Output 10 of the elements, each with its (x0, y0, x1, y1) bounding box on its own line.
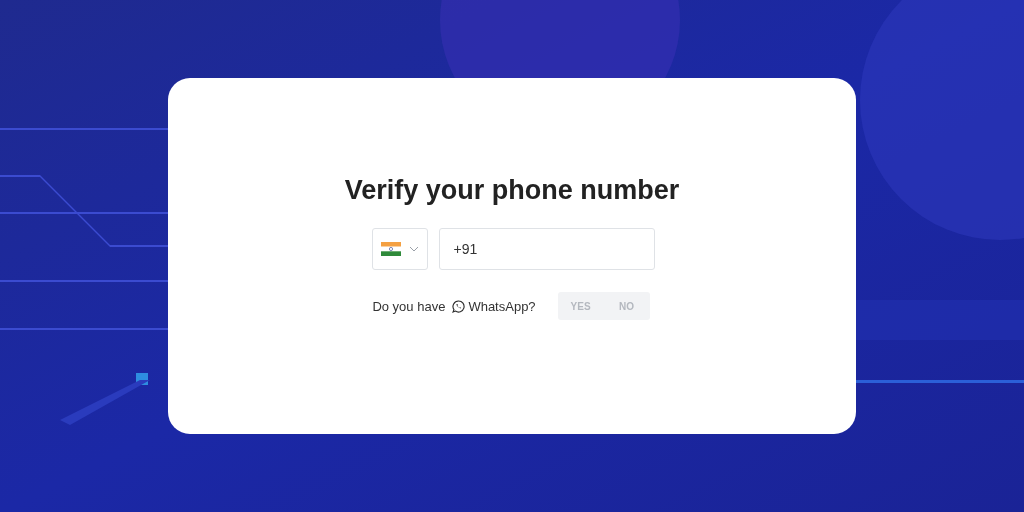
chat-bubble-icon (452, 299, 466, 313)
option-button[interactable]: YES (557, 292, 604, 320)
option-button[interactable]: NO (603, 292, 650, 320)
app-label: WhatsApp? (468, 298, 536, 314)
prompt-text: Do you have (372, 298, 446, 314)
flag-icon (380, 242, 401, 256)
phone-input[interactable]: +91 (438, 228, 655, 270)
chevron-icon (408, 246, 419, 252)
dialog-title: Verify your phone number (344, 174, 680, 206)
country-select[interactable] (371, 228, 428, 270)
